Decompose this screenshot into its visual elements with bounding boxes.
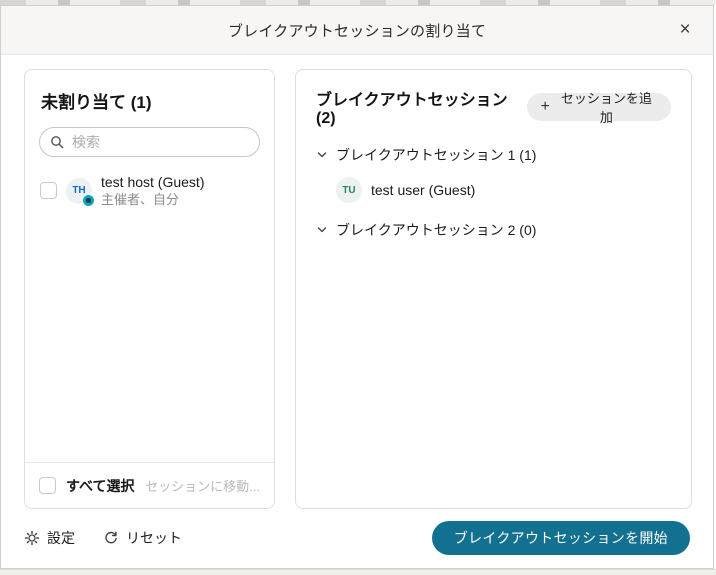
session-label: ブレイクアウトセッション 2 (0) bbox=[336, 220, 536, 240]
settings-label: 設定 bbox=[47, 528, 75, 548]
refresh-icon bbox=[103, 530, 119, 546]
dialog-title: ブレイクアウトセッションの割り当て bbox=[228, 20, 486, 41]
breakout-session-dialog: ブレイクアウトセッションの割り当て × 未割り当て (1) TH bbox=[0, 5, 714, 569]
session-member-row[interactable]: TU test user (Guest) bbox=[336, 177, 671, 203]
search-input[interactable] bbox=[70, 133, 255, 151]
settings-button[interactable]: 設定 bbox=[24, 528, 75, 548]
participant-name: test host (Guest) bbox=[101, 173, 204, 191]
start-breakout-label: ブレイクアウトセッションを開始 bbox=[454, 530, 668, 546]
move-to-session-link[interactable]: セッションに移動... bbox=[145, 476, 260, 495]
add-session-button[interactable]: + セッションを追加 bbox=[527, 93, 672, 121]
participant-row[interactable]: TH test host (Guest) 主催者、自分 bbox=[39, 173, 260, 208]
unassigned-header: 未割り当て (1) bbox=[41, 88, 260, 113]
dialog-titlebar: ブレイクアウトセッションの割り当て × bbox=[1, 6, 713, 55]
gear-icon bbox=[24, 530, 40, 546]
unassigned-panel-footer: すべて選択 セッションに移動... bbox=[25, 462, 274, 508]
session-row-1[interactable]: ブレイクアウトセッション 1 (1) bbox=[316, 145, 671, 165]
select-all-label: すべて選択 bbox=[66, 476, 134, 496]
start-breakout-button[interactable]: ブレイクアウトセッションを開始 bbox=[432, 521, 690, 555]
session-label: ブレイクアウトセッション 1 (1) bbox=[336, 145, 536, 165]
chevron-down-icon bbox=[316, 224, 328, 236]
sessions-header: ブレイクアウトセッション (2) bbox=[316, 86, 527, 128]
avatar: TH bbox=[66, 178, 92, 204]
participant-checkbox[interactable] bbox=[40, 182, 57, 199]
add-session-label: セッションを追加 bbox=[556, 88, 657, 126]
member-name: test user (Guest) bbox=[371, 182, 475, 198]
search-box[interactable] bbox=[39, 127, 260, 157]
search-icon bbox=[50, 135, 64, 149]
close-icon: × bbox=[679, 19, 690, 40]
close-button[interactable]: × bbox=[671, 16, 699, 44]
unassigned-panel: 未割り当て (1) TH test host (Guest) 主催者、自分 bbox=[24, 69, 275, 509]
avatar-initials: TH bbox=[72, 185, 85, 196]
select-all-checkbox[interactable] bbox=[39, 477, 56, 494]
sessions-panel: ブレイクアウトセッション (2) + セッションを追加 ブレイクアウトセッション… bbox=[295, 69, 692, 509]
reset-label: リセット bbox=[126, 528, 182, 548]
participant-role: 主催者、自分 bbox=[101, 191, 204, 208]
plus-icon: + bbox=[541, 99, 550, 115]
dialog-footer: 設定 リセット ブレイクアウトセッションを開始 bbox=[1, 508, 713, 568]
presence-badge-icon bbox=[83, 195, 94, 206]
chevron-down-icon bbox=[316, 149, 328, 161]
avatar: TU bbox=[336, 177, 362, 203]
session-row-2[interactable]: ブレイクアウトセッション 2 (0) bbox=[316, 220, 671, 240]
background-window-bottom bbox=[0, 569, 716, 575]
avatar-initials: TU bbox=[342, 185, 355, 196]
reset-button[interactable]: リセット bbox=[103, 528, 182, 548]
